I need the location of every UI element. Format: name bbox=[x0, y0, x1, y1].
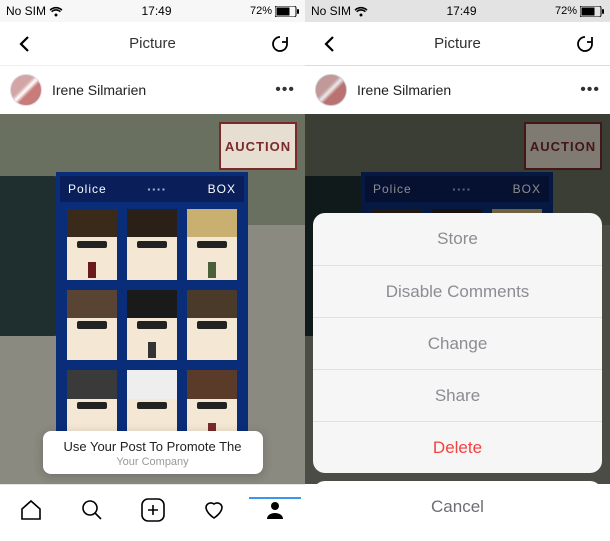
tab-profile[interactable] bbox=[255, 498, 295, 522]
blanket: Police ▪▪▪▪ BOX bbox=[56, 172, 248, 452]
post-options-button: ••• bbox=[580, 81, 600, 99]
post-header: Irene Silmarien ••• bbox=[305, 66, 610, 114]
action-cancel[interactable]: Cancel bbox=[313, 481, 602, 533]
box-label: BOX bbox=[208, 182, 236, 196]
clock-text: 17:49 bbox=[141, 4, 171, 18]
action-sheet: Store Disable Comments Change Share Dele… bbox=[313, 213, 602, 473]
avatar bbox=[315, 74, 347, 106]
promote-subtitle: Your Company bbox=[57, 456, 249, 468]
back-button[interactable] bbox=[315, 35, 345, 53]
promote-tooltip[interactable]: Use Your Post To Promote The Your Compan… bbox=[43, 431, 263, 474]
tab-home[interactable] bbox=[11, 498, 51, 522]
status-bar: No SIM 17:49 72% bbox=[0, 0, 305, 22]
action-share[interactable]: Share bbox=[313, 369, 602, 421]
username[interactable]: Irene Silmarien bbox=[52, 82, 265, 98]
nav-header: Picture bbox=[305, 22, 610, 66]
tab-activity[interactable] bbox=[194, 498, 234, 522]
page-title: Picture bbox=[434, 35, 481, 52]
action-store[interactable]: Store bbox=[313, 213, 602, 265]
post-header: Irene Silmarien ••• bbox=[0, 66, 305, 114]
auction-sign: AUCTION bbox=[219, 122, 297, 170]
phone-left: No SIM 17:49 72% Picture Irene Silmarien… bbox=[0, 0, 305, 541]
battery-pct: 72% bbox=[555, 5, 577, 17]
reload-button[interactable] bbox=[570, 34, 600, 54]
clock-text: 17:49 bbox=[446, 4, 476, 18]
avatar[interactable] bbox=[10, 74, 42, 106]
nav-header: Picture bbox=[0, 22, 305, 66]
tab-search[interactable] bbox=[72, 498, 112, 522]
police-label: Police bbox=[68, 182, 107, 196]
battery-icon bbox=[275, 6, 299, 17]
promote-title: Use Your Post To Promote The bbox=[57, 439, 249, 454]
carrier-text: No SIM bbox=[311, 4, 351, 18]
action-disable-comments[interactable]: Disable Comments bbox=[313, 265, 602, 317]
username: Irene Silmarien bbox=[357, 82, 570, 98]
wifi-icon bbox=[49, 6, 63, 17]
carrier-text: No SIM bbox=[6, 4, 46, 18]
phone-right: No SIM 17:49 72% Picture Irene Silmarien… bbox=[305, 0, 610, 541]
action-change[interactable]: Change bbox=[313, 317, 602, 369]
status-bar: No SIM 17:49 72% bbox=[305, 0, 610, 22]
tab-bar bbox=[0, 484, 305, 534]
post-image[interactable]: AUCTION Police ▪▪▪▪ BOX Use Your Post To… bbox=[0, 114, 305, 484]
page-title: Picture bbox=[129, 35, 176, 52]
back-button[interactable] bbox=[10, 35, 40, 53]
wifi-icon bbox=[354, 6, 368, 17]
action-delete[interactable]: Delete bbox=[313, 421, 602, 473]
battery-icon bbox=[580, 6, 604, 17]
post-options-button[interactable]: ••• bbox=[275, 81, 295, 99]
tab-new-post[interactable] bbox=[133, 497, 173, 523]
reload-button[interactable] bbox=[265, 34, 295, 54]
action-sheet-overlay[interactable]: Store Disable Comments Change Share Dele… bbox=[305, 114, 610, 541]
battery-pct: 72% bbox=[250, 5, 272, 17]
